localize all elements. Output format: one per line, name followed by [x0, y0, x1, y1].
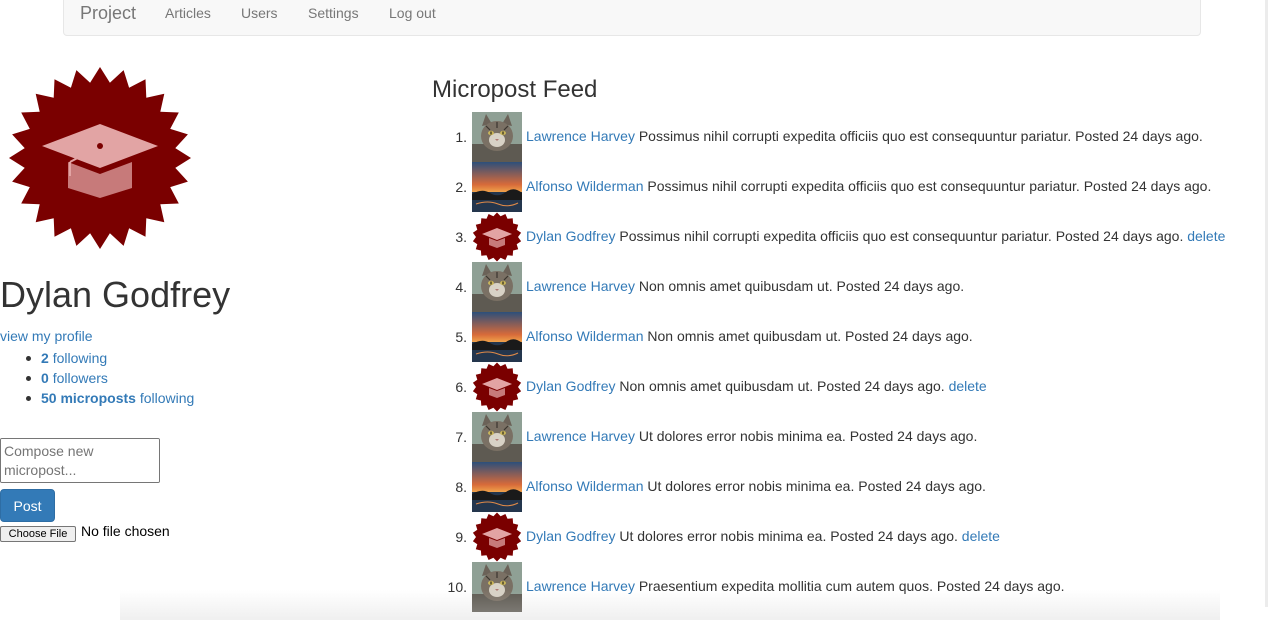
- timestamp: Posted 24 days ago.: [845, 328, 973, 344]
- micropost-content: Lawrence Harvey Possimus nihil corrupti …: [526, 128, 1203, 144]
- author-link[interactable]: Dylan Godfrey: [526, 378, 615, 394]
- micropost-content: Dylan Godfrey Non omnis amet quibusdam u…: [526, 378, 987, 394]
- item-number: 7.: [455, 429, 467, 445]
- author-link[interactable]: Alfonso Wilderman: [526, 178, 644, 194]
- item-number: 6.: [455, 379, 467, 395]
- delete-micropost-link[interactable]: delete: [949, 378, 987, 394]
- micropost-text: Ut dolores error nobis minima ea.: [619, 528, 827, 544]
- compose-micropost-input[interactable]: [0, 438, 160, 483]
- timestamp: Posted 24 days ago.: [858, 478, 986, 494]
- nav-link-users[interactable]: Users: [241, 5, 278, 21]
- author-link[interactable]: Lawrence Harvey: [526, 128, 635, 144]
- micropost-content: Lawrence Harvey Non omnis amet quibusdam…: [526, 278, 964, 294]
- micropost-content: Alfonso Wilderman Ut dolores error nobis…: [526, 478, 986, 494]
- cat-avatar[interactable]: [472, 412, 522, 462]
- following-link[interactable]: 2 following: [41, 350, 107, 366]
- micropost-text: Ut dolores error nobis minima ea.: [647, 478, 855, 494]
- timestamp: Posted 24 days ago.: [1055, 228, 1184, 244]
- cat-avatar[interactable]: [472, 112, 522, 162]
- view-profile-link[interactable]: view my profile: [0, 328, 93, 344]
- graduation-cap-avatar[interactable]: [472, 212, 522, 262]
- micropost-content: Dylan Godfrey Ut dolores error nobis min…: [526, 528, 1000, 544]
- top-navbar: Project Articles Users Settings Log out: [63, 0, 1201, 36]
- microposts-following-link[interactable]: 50 microposts following: [41, 390, 194, 406]
- item-number: 10.: [447, 579, 467, 595]
- item-number: 3.: [455, 229, 467, 245]
- cat-avatar[interactable]: [472, 262, 522, 312]
- micropost-text: Non omnis amet quibusdam ut.: [638, 278, 833, 294]
- stat-microposts: 50 microposts following: [25, 388, 194, 408]
- cat-avatar[interactable]: [472, 562, 522, 612]
- stat-following: 2 following: [25, 348, 194, 368]
- graduation-cap-avatar[interactable]: [472, 512, 522, 562]
- bottom-shadow: [120, 590, 1220, 620]
- micropost-text: Possimus nihil corrupti expedita officii…: [647, 178, 1080, 194]
- timestamp: Posted 24 days ago.: [849, 428, 978, 444]
- nav-link-logout[interactable]: Log out: [389, 5, 436, 21]
- micropost-text: Non omnis amet quibusdam ut.: [619, 378, 814, 394]
- micropost-text: Possimus nihil corrupti expedita officii…: [638, 128, 1072, 144]
- timestamp: Posted 24 days ago.: [830, 528, 958, 544]
- choose-file-button[interactable]: Choose File: [0, 526, 76, 542]
- navbar-brand[interactable]: Project: [80, 3, 136, 24]
- micropost-content: Alfonso Wilderman Possimus nihil corrupt…: [526, 178, 1211, 194]
- user-stats-list: 2 following 0 followers 50 microposts fo…: [25, 348, 194, 408]
- author-link[interactable]: Dylan Godfrey: [526, 228, 615, 244]
- followers-link[interactable]: 0 followers: [41, 370, 108, 386]
- item-number: 4.: [455, 279, 467, 295]
- graduation-cap-avatar[interactable]: [472, 362, 522, 412]
- micropost-content: Dylan Godfrey Possimus nihil corrupti ex…: [526, 228, 1225, 244]
- feed-title: Micropost Feed: [432, 76, 598, 103]
- micropost-text: Praesentium expedita mollitia cum autem …: [638, 578, 933, 594]
- item-number: 9.: [455, 529, 467, 545]
- micropost-content: Lawrence Harvey Praesentium expedita mol…: [526, 578, 1065, 594]
- no-file-chosen-label: No file chosen: [81, 523, 170, 539]
- sunset-avatar[interactable]: [472, 312, 522, 362]
- timestamp: Posted 24 days ago.: [817, 378, 945, 394]
- item-number: 8.: [455, 479, 467, 495]
- author-link[interactable]: Alfonso Wilderman: [526, 478, 644, 494]
- sunset-avatar[interactable]: [472, 462, 522, 512]
- timestamp: Posted 24 days ago.: [936, 578, 1065, 594]
- sunset-avatar[interactable]: [472, 162, 522, 212]
- delete-micropost-link[interactable]: delete: [1187, 228, 1225, 244]
- timestamp: Posted 24 days ago.: [1083, 178, 1212, 194]
- author-link[interactable]: Lawrence Harvey: [526, 578, 635, 594]
- timestamp: Posted 24 days ago.: [836, 278, 965, 294]
- user-name-heading: Dylan Godfrey: [0, 274, 231, 315]
- nav-link-settings[interactable]: Settings: [308, 5, 359, 21]
- timestamp: Posted 24 days ago.: [1075, 128, 1203, 144]
- author-link[interactable]: Alfonso Wilderman: [526, 328, 644, 344]
- micropost-text: Possimus nihil corrupti expedita officii…: [619, 228, 1052, 244]
- micropost-content: Lawrence Harvey Ut dolores error nobis m…: [526, 428, 977, 444]
- item-number: 1.: [455, 129, 467, 145]
- delete-micropost-link[interactable]: delete: [962, 528, 1000, 544]
- author-link[interactable]: Dylan Godfrey: [526, 528, 615, 544]
- nav-link-articles[interactable]: Articles: [165, 5, 211, 21]
- micropost-content: Alfonso Wilderman Non omnis amet quibusd…: [526, 328, 973, 344]
- item-number: 5.: [455, 329, 467, 345]
- stat-followers: 0 followers: [25, 368, 194, 388]
- author-link[interactable]: Lawrence Harvey: [526, 428, 635, 444]
- graduation-cap-logo: [9, 67, 191, 249]
- micropost-text: Ut dolores error nobis minima ea.: [638, 428, 846, 444]
- item-number: 2.: [455, 179, 467, 195]
- post-button[interactable]: Post: [0, 489, 55, 522]
- author-link[interactable]: Lawrence Harvey: [526, 278, 635, 294]
- micropost-text: Non omnis amet quibusdam ut.: [647, 328, 842, 344]
